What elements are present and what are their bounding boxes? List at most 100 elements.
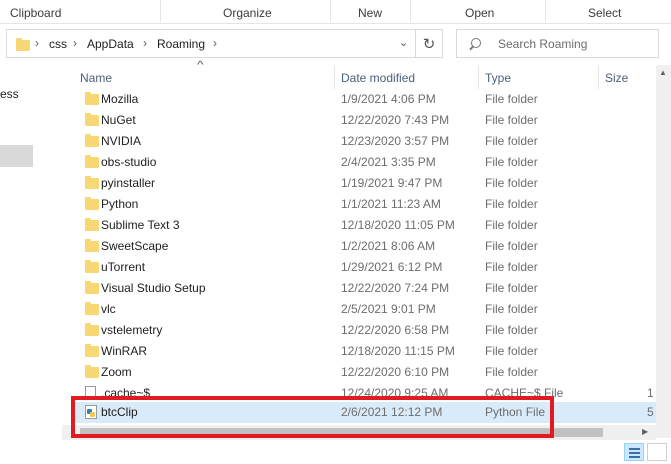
file-date: 2/5/2021 9:01 PM [341, 302, 436, 316]
scroll-up-icon[interactable]: ▲ [659, 68, 667, 77]
refresh-icon: ↻ [422, 35, 436, 53]
list-item[interactable]: vstelemetry 12/22/2020 6:58 PM File folder [75, 320, 656, 341]
column-headers: ^ Name Date modified Type Size [62, 60, 656, 89]
file-date: 12/23/2020 3:57 PM [341, 134, 450, 148]
file-name: pyinstaller [101, 176, 156, 190]
file-name: vstelemetry [101, 323, 163, 337]
ribbon-group-organize: Organize [223, 6, 272, 20]
column-header-date[interactable]: Date modified [341, 71, 415, 85]
vertical-scrollbar[interactable]: ▲ [656, 65, 671, 438]
breadcrumb-css[interactable]: css [49, 37, 67, 51]
folder-icon [85, 281, 99, 294]
chevron-right-icon[interactable]: › [35, 36, 39, 50]
highlight-box [71, 396, 554, 438]
file-name: WinRAR [101, 344, 148, 358]
list-item[interactable]: Sublime Text 3 12/18/2020 11:05 PM File fo… [75, 215, 656, 236]
file-date: 12/18/2020 11:05 PM [341, 218, 455, 232]
file-date: 12/18/2020 11:15 PM [341, 344, 455, 358]
breadcrumb-appdata[interactable]: AppData [87, 37, 134, 51]
folder-icon [85, 323, 99, 336]
file-name: Mozilla [101, 92, 139, 106]
ribbon-divider [160, 0, 161, 22]
details-view-button[interactable] [624, 443, 644, 461]
file-type: File folder [485, 197, 538, 211]
column-header-type[interactable]: Type [485, 71, 511, 85]
ribbon-group-new: New [358, 6, 383, 20]
file-date: 1/9/2021 4:06 PM [341, 92, 436, 106]
address-row: › css › AppData › Roaming › ⌄ ↻ Search R… [0, 24, 671, 65]
file-name: Sublime Text 3 [101, 218, 180, 232]
column-divider[interactable] [334, 65, 335, 89]
folder-icon [85, 302, 99, 315]
file-date: 12/22/2020 7:24 PM [341, 281, 450, 295]
list-item[interactable]: NuGet 12/22/2020 7:43 PM File folder [75, 110, 656, 131]
file-type: File folder [485, 134, 538, 148]
file-size: 5 [647, 405, 654, 419]
list-item[interactable]: SweetScape 1/2/2021 8:06 AM File folder [75, 236, 656, 257]
file-date: 12/22/2020 7:43 PM [341, 113, 450, 127]
chevron-down-icon[interactable]: ⌄ [399, 36, 408, 49]
file-name: NVIDIA [101, 134, 142, 148]
search-icon [471, 38, 481, 48]
nav-item-selected[interactable] [0, 145, 33, 167]
file-name: Visual Studio Setup [101, 281, 206, 295]
column-header-name[interactable]: Name [80, 71, 112, 85]
list-item[interactable]: .cache~$ 12/24/2020 9:25 AM CACHE~$ File 1 [75, 383, 656, 397]
file-type: File folder [485, 323, 538, 337]
list-item[interactable]: obs-studio 2/4/2021 3:35 PM File folder [75, 152, 656, 173]
file-name: uTorrent [101, 260, 146, 274]
file-type: File folder [485, 260, 538, 274]
file-name: obs-studio [101, 155, 157, 169]
file-date: 12/22/2020 6:58 PM [341, 323, 450, 337]
ribbon-divider [410, 0, 411, 22]
list-item[interactable]: WinRAR 12/18/2020 11:15 PM File folder [75, 341, 656, 362]
file-type: File folder [485, 302, 538, 316]
refresh-button[interactable]: ↻ [416, 29, 443, 58]
scroll-right-icon[interactable]: ▶ [642, 427, 648, 436]
file-date: 12/22/2020 6:10 PM [341, 365, 450, 379]
address-bar[interactable]: › css › AppData › Roaming › ⌄ [6, 29, 416, 58]
nav-item-quick-access[interactable]: ess [0, 87, 19, 101]
file-type: File folder [485, 239, 538, 253]
column-divider[interactable] [598, 65, 599, 89]
folder-icon [85, 365, 99, 378]
column-divider[interactable] [478, 65, 479, 89]
search-input[interactable]: Search Roaming [456, 29, 659, 58]
list-item[interactable]: pyinstaller 1/19/2021 9:47 PM File folder [75, 173, 656, 194]
file-name: Python [101, 197, 139, 211]
large-icons-view-button[interactable] [647, 443, 667, 461]
file-type: File folder [485, 365, 538, 379]
list-item[interactable]: Zoom 12/22/2020 6:10 PM File folder [75, 362, 656, 383]
list-item[interactable]: uTorrent 1/29/2021 6:12 PM File folder [75, 257, 656, 278]
ribbon-group-clipboard: Clipboard [10, 6, 62, 20]
chevron-right-icon[interactable]: › [73, 36, 77, 50]
file-type: File folder [485, 155, 538, 169]
file-date: 1/19/2021 9:47 PM [341, 176, 443, 190]
folder-icon [85, 218, 99, 231]
folder-icon [85, 134, 99, 147]
chevron-right-icon[interactable]: › [213, 36, 217, 50]
status-bar [0, 440, 671, 464]
file-date: 1/2/2021 8:06 AM [341, 239, 436, 253]
file-date: 1/1/2021 11:23 AM [341, 197, 441, 211]
file-name: NuGet [101, 113, 136, 127]
ribbon-divider [330, 0, 331, 22]
column-header-size[interactable]: Size [605, 71, 628, 85]
file-type: File folder [485, 218, 538, 232]
folder-icon [16, 38, 30, 51]
folder-icon [85, 239, 99, 252]
ribbon-group-open: Open [465, 6, 495, 20]
breadcrumb-roaming[interactable]: Roaming [157, 37, 205, 51]
list-item[interactable]: NVIDIA 12/23/2020 3:57 PM File folder [75, 131, 656, 152]
file-size: 1 [647, 386, 654, 397]
ribbon-group-select: Select [588, 6, 622, 20]
file-name: vlc [101, 302, 116, 316]
list-item[interactable]: vlc 2/5/2021 9:01 PM File folder [75, 299, 656, 320]
list-item[interactable]: Visual Studio Setup 12/22/2020 7:24 PM Fil… [75, 278, 656, 299]
file-date: 2/4/2021 3:35 PM [341, 155, 436, 169]
list-item[interactable]: Mozilla 1/9/2021 4:06 PM File folder [75, 89, 656, 110]
list-item[interactable]: Python 1/1/2021 11:23 AM File folder [75, 194, 656, 215]
chevron-right-icon[interactable]: › [143, 36, 147, 50]
sort-ascending-icon: ^ [197, 60, 204, 71]
file-type: File folder [485, 176, 538, 190]
